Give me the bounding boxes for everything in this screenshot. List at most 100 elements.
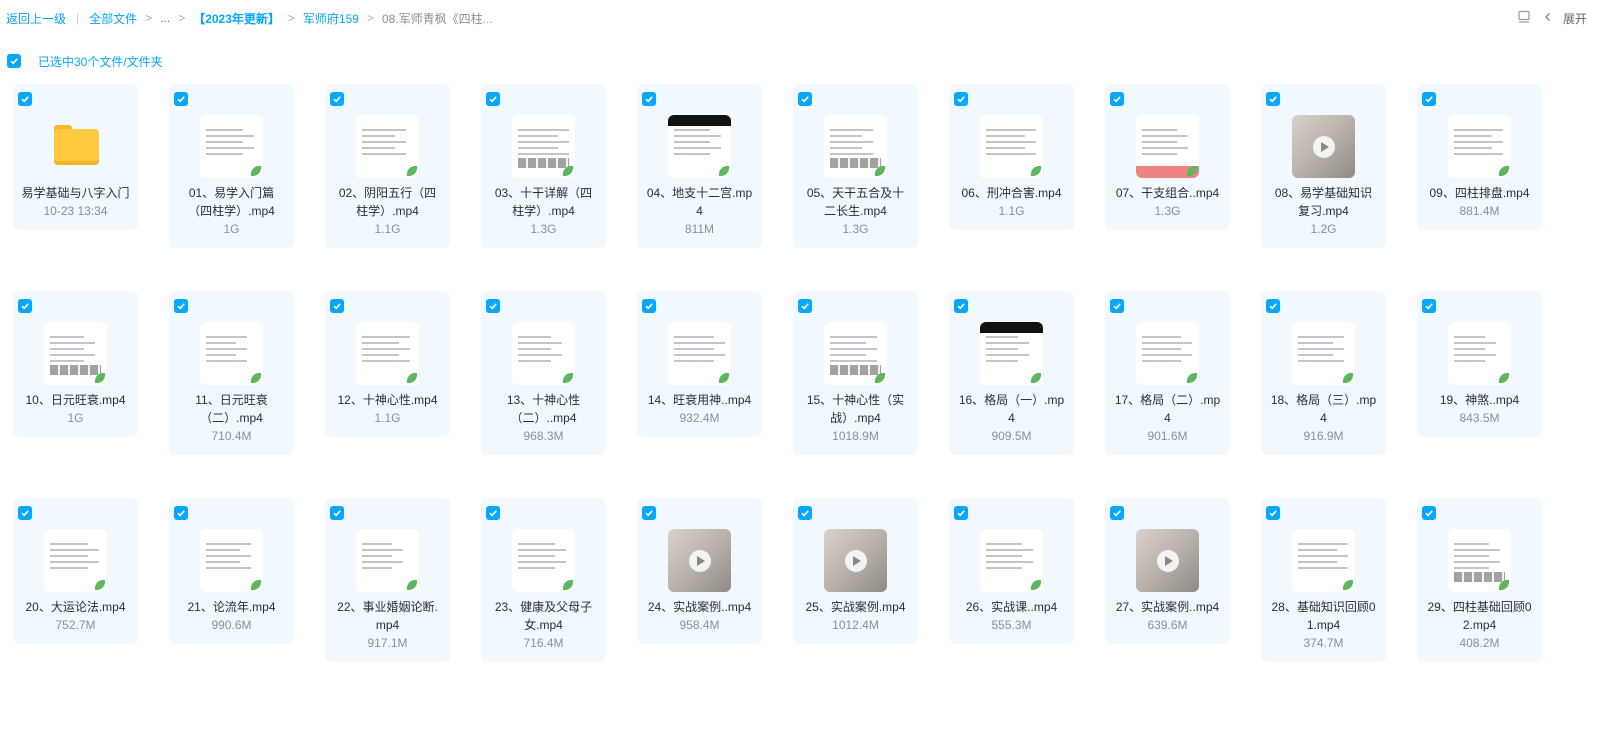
check-icon (1425, 96, 1433, 103)
file-card[interactable]: 12、十神心性.mp4 1.1G (325, 291, 450, 437)
file-card[interactable]: 25、实战案例.mp4 1012.4M (793, 498, 918, 644)
item-checkbox[interactable] (486, 299, 500, 313)
file-card[interactable]: 11、日元旺衰（二）.mp4 710.4M (169, 291, 294, 455)
item-checkbox[interactable] (330, 506, 344, 520)
item-checkbox[interactable] (1266, 506, 1280, 520)
item-checkbox[interactable] (486, 92, 500, 106)
item-checkbox[interactable] (798, 506, 812, 520)
item-checkbox[interactable] (174, 506, 188, 520)
file-name: 01、易学入门篇（四柱学）.mp4 (188, 186, 275, 218)
file-card[interactable]: 03、十干详解（四柱学）.mp4 1.3G (481, 84, 606, 248)
file-name: 13、十神心性（二）..mp4 (506, 393, 581, 425)
item-checkbox[interactable] (798, 299, 812, 313)
file-card[interactable]: 08、易学基础知识复习.mp4 1.2G (1261, 84, 1386, 248)
file-card[interactable]: 07、干支组合..mp4 1.3G (1105, 84, 1230, 230)
file-card[interactable]: 16、格局（一）.mp4 909.5M (949, 291, 1074, 455)
check-icon (333, 303, 341, 310)
item-checkbox[interactable] (1422, 506, 1436, 520)
file-size: 1.1G (374, 222, 401, 236)
item-checkbox[interactable] (954, 506, 968, 520)
file-card[interactable]: 02、阴阳五行（四柱学）.mp4 1.1G (325, 84, 450, 248)
video-thumbnail (824, 322, 887, 385)
item-checkbox[interactable] (1110, 506, 1124, 520)
back-link[interactable]: 返回上一级 (6, 10, 66, 27)
file-card[interactable]: 15、十神心性（实战）.mp4 1018.9M (793, 291, 918, 455)
file-size: 990.6M (211, 618, 252, 632)
check-icon (1113, 303, 1121, 310)
folder-card[interactable]: 易学基础与八字入门 10-23 13:34 (13, 84, 138, 230)
file-card[interactable]: 28、基础知识回顾01.mp4 374.7M (1261, 498, 1386, 662)
video-thumbnail (1136, 322, 1199, 385)
file-card[interactable]: 06、刑冲合害.mp4 1.1G (949, 84, 1074, 230)
expand-button[interactable]: 展开 (1543, 10, 1587, 27)
item-checkbox[interactable] (642, 506, 656, 520)
file-card[interactable]: 21、论流年.mp4 990.6M (169, 498, 294, 644)
file-card[interactable]: 18、格局（三）.mp4 916.9M (1261, 291, 1386, 455)
file-card[interactable]: 29、四柱基础回顾02.mp4 408.2M (1417, 498, 1542, 662)
file-card[interactable]: 17、格局（二）.mp4 901.6M (1105, 291, 1230, 455)
file-card[interactable]: 01、易学入门篇（四柱学）.mp4 1G (169, 84, 294, 248)
file-card[interactable]: 04、地支十二宫.mp4 811M (637, 84, 762, 248)
item-checkbox[interactable] (642, 92, 656, 106)
file-card[interactable]: 24、实战案例..mp4 958.4M (637, 498, 762, 644)
file-size: 1.3G (1154, 204, 1181, 218)
video-thumbnail (824, 529, 887, 592)
item-checkbox[interactable] (18, 299, 32, 313)
check-icon (333, 510, 341, 517)
video-thumbnail (1448, 322, 1511, 385)
file-card[interactable]: 05、天干五合及十二长生.mp4 1.3G (793, 84, 918, 248)
video-thumbnail (200, 115, 263, 178)
video-thumbnail (44, 322, 107, 385)
item-checkbox[interactable] (1266, 92, 1280, 106)
file-card[interactable]: 20、大运论法.mp4 752.7M (13, 498, 138, 644)
item-checkbox[interactable] (1422, 299, 1436, 313)
file-name: 15、十神心性（实战）.mp4 (806, 393, 905, 425)
item-checkbox[interactable] (798, 92, 812, 106)
item-checkbox[interactable] (1110, 299, 1124, 313)
file-card[interactable]: 27、实战案例..mp4 639.6M (1105, 498, 1230, 644)
crumb-folder-2023[interactable]: 【2023年更新】 (193, 10, 280, 27)
item-checkbox[interactable] (330, 299, 344, 313)
video-thumbnail (668, 322, 731, 385)
chevron-left-icon (1543, 11, 1553, 25)
file-card[interactable]: 23、健康及父母子女.mp4 716.4M (481, 498, 606, 662)
check-icon (177, 96, 185, 103)
file-card[interactable]: 13、十神心性（二）..mp4 968.3M (481, 291, 606, 455)
file-card[interactable]: 22、事业婚姻论断.mp4 917.1M (325, 498, 450, 662)
view-toggle-icon[interactable] (1517, 10, 1531, 27)
file-size: 1.2G (1310, 222, 1337, 236)
item-checkbox[interactable] (954, 92, 968, 106)
file-card[interactable]: 09、四柱排盘.mp4 881.4M (1417, 84, 1542, 230)
crumb-ellipsis[interactable]: ... (160, 11, 170, 25)
play-icon (1312, 135, 1335, 158)
file-card[interactable]: 14、旺衰用神..mp4 932.4M (637, 291, 762, 437)
video-thumbnail (980, 322, 1043, 385)
item-checkbox[interactable] (18, 92, 32, 106)
check-icon (801, 510, 809, 517)
file-card[interactable]: 10、日元旺衰.mp4 1G (13, 291, 138, 437)
item-checkbox[interactable] (1110, 92, 1124, 106)
file-name: 23、健康及父母子女.mp4 (494, 600, 593, 632)
file-card[interactable]: 19、神煞..mp4 843.5M (1417, 291, 1542, 437)
item-checkbox[interactable] (954, 299, 968, 313)
file-name: 27、实战案例..mp4 (1115, 600, 1220, 614)
file-name: 易学基础与八字入门 (21, 186, 130, 200)
item-checkbox[interactable] (18, 506, 32, 520)
crumb-folder-jsf[interactable]: 军师府159 (303, 10, 359, 27)
file-size: 881.4M (1459, 204, 1500, 218)
file-size: 968.3M (523, 429, 564, 443)
crumb-all-files[interactable]: 全部文件 (89, 10, 137, 27)
item-checkbox[interactable] (486, 506, 500, 520)
item-checkbox[interactable] (1422, 92, 1436, 106)
file-card[interactable]: 26、实战课..mp4 555.3M (949, 498, 1074, 644)
video-thumbnail (1292, 322, 1355, 385)
item-checkbox[interactable] (174, 92, 188, 106)
video-thumbnail (1292, 115, 1355, 178)
file-size: 958.4M (679, 618, 720, 632)
item-checkbox[interactable] (174, 299, 188, 313)
item-checkbox[interactable] (330, 92, 344, 106)
file-size: 1012.4M (832, 618, 879, 632)
item-checkbox[interactable] (1266, 299, 1280, 313)
item-checkbox[interactable] (642, 299, 656, 313)
select-all-checkbox[interactable] (7, 54, 21, 68)
